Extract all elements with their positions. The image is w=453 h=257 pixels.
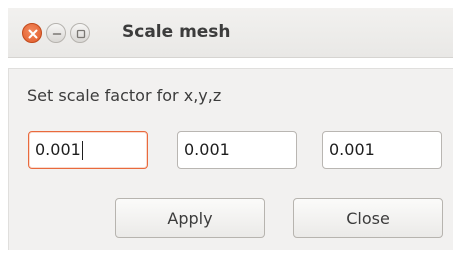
close-button[interactable]: Close bbox=[293, 198, 443, 238]
text-caret bbox=[81, 140, 83, 160]
close-icon bbox=[28, 29, 38, 39]
window-close-button[interactable] bbox=[22, 23, 42, 43]
maximize-icon bbox=[76, 29, 86, 39]
minimize-icon bbox=[52, 33, 62, 35]
window-maximize-button[interactable] bbox=[70, 23, 90, 43]
scale-x-input[interactable]: 0.001 bbox=[28, 131, 148, 169]
title-bar: Scale mesh bbox=[8, 8, 453, 58]
scale-z-value: 0.001 bbox=[329, 140, 375, 159]
dialog-body: Set scale factor for x,y,z 0.001 0.001 0… bbox=[8, 68, 453, 250]
window-minimize-button[interactable] bbox=[46, 23, 66, 43]
scale-y-input[interactable]: 0.001 bbox=[177, 131, 297, 169]
scale-x-value: 0.001 bbox=[35, 140, 81, 159]
scale-z-input[interactable]: 0.001 bbox=[322, 131, 442, 169]
scale-y-value: 0.001 bbox=[184, 140, 230, 159]
window-title: Scale mesh bbox=[122, 22, 231, 42]
scale-mesh-dialog: Scale mesh Set scale factor for x,y,z 0.… bbox=[0, 0, 453, 257]
apply-button[interactable]: Apply bbox=[115, 198, 265, 238]
scale-prompt-label: Set scale factor for x,y,z bbox=[27, 86, 222, 105]
